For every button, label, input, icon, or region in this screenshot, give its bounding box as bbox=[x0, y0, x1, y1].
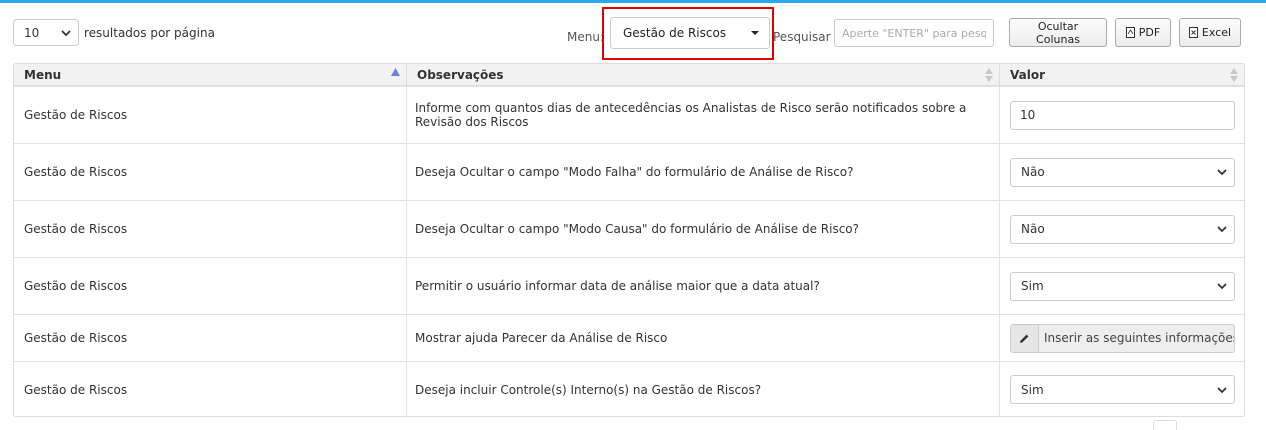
column-header-observacoes[interactable]: Observações bbox=[406, 64, 999, 86]
column-header-valor[interactable]: Valor bbox=[999, 64, 1244, 86]
cell-valor: Inserir as seguintes informações: J bbox=[999, 315, 1244, 361]
column-divider bbox=[406, 201, 407, 257]
value-select-text: Não bbox=[1021, 222, 1045, 236]
column-header-valor-label: Valor bbox=[1010, 68, 1046, 82]
table-row: Gestão de Riscos Mostrar ajuda Parecer d… bbox=[14, 314, 1244, 361]
cell-observacao: Informe com quantos dias de antecedência… bbox=[415, 101, 967, 129]
excel-export-button[interactable]: Excel bbox=[1179, 18, 1241, 47]
value-select-text: Sim bbox=[1021, 382, 1044, 397]
menu-filter-dropdown[interactable]: Gestão de Riscos bbox=[610, 17, 770, 49]
table-row: Gestão de Riscos Permitir o usuário info… bbox=[14, 257, 1244, 314]
cell-valor: Não bbox=[999, 201, 1244, 257]
sort-both-icon bbox=[1230, 68, 1238, 82]
search-input[interactable] bbox=[834, 19, 994, 47]
pencil-icon bbox=[1020, 334, 1029, 343]
search-label: Pesquisar bbox=[773, 30, 831, 44]
column-divider bbox=[406, 87, 407, 143]
help-text-field: Inserir as seguintes informações: J bbox=[1010, 323, 1235, 353]
caret-down-icon bbox=[751, 31, 759, 35]
value-input-text: 10 bbox=[1020, 108, 1036, 122]
column-divider bbox=[406, 144, 407, 200]
value-select-text: Sim bbox=[1021, 279, 1044, 293]
cell-observacao: Permitir o usuário informar data de anál… bbox=[415, 279, 820, 293]
menu-filter-value: Gestão de Riscos bbox=[623, 26, 727, 40]
value-select[interactable]: Sim bbox=[1010, 271, 1235, 301]
pdf-export-button[interactable]: PDF bbox=[1115, 18, 1171, 47]
cell-observacao: Deseja Ocultar o campo "Modo Causa" do f… bbox=[415, 222, 859, 236]
table-row: Gestão de Riscos Informe com quantos dia… bbox=[14, 86, 1244, 143]
hide-columns-label: Ocultar Colunas bbox=[1036, 19, 1080, 46]
settings-table: Menu Observações Valor Gestão de Riscos … bbox=[13, 63, 1245, 417]
pagination-button[interactable] bbox=[1153, 420, 1177, 430]
chevron-down-icon bbox=[61, 29, 71, 36]
cell-observacao: Mostrar ajuda Parecer da Análise de Risc… bbox=[415, 331, 668, 345]
column-divider bbox=[406, 258, 407, 314]
cell-valor: Não bbox=[999, 144, 1244, 200]
chevron-down-icon bbox=[1217, 226, 1227, 233]
cell-menu: Gestão de Riscos bbox=[24, 222, 128, 236]
column-header-observacoes-label: Observações bbox=[417, 68, 504, 82]
pdf-file-icon bbox=[1125, 27, 1135, 38]
excel-file-icon bbox=[1188, 27, 1198, 38]
page-length-control: 10 resultados por página bbox=[13, 19, 215, 46]
value-select-text: Não bbox=[1021, 165, 1045, 179]
pdf-label: PDF bbox=[1138, 26, 1161, 39]
cell-valor: 10 bbox=[999, 87, 1244, 143]
excel-label: Excel bbox=[1201, 26, 1232, 39]
hide-columns-button[interactable]: Ocultar Colunas bbox=[1009, 18, 1107, 47]
chevron-down-icon bbox=[1217, 386, 1227, 393]
value-select[interactable]: Não bbox=[1010, 214, 1235, 244]
edit-button[interactable] bbox=[1011, 324, 1039, 352]
per-page-select[interactable]: 10 bbox=[13, 19, 79, 46]
table-header: Menu Observações Valor bbox=[14, 64, 1244, 86]
value-select[interactable]: Sim bbox=[1010, 375, 1235, 404]
per-page-label: resultados por página bbox=[84, 25, 215, 40]
column-divider bbox=[406, 315, 407, 361]
menu-filter-label: Menu: bbox=[567, 30, 604, 44]
value-select[interactable]: Não bbox=[1010, 157, 1235, 187]
table-row: Gestão de Riscos Deseja Ocultar o campo … bbox=[14, 200, 1244, 257]
help-text-preview: Inserir as seguintes informações: J bbox=[1039, 324, 1234, 352]
cell-observacao: Deseja Ocultar o campo "Modo Falha" do f… bbox=[415, 165, 854, 179]
table-row: Gestão de Riscos Deseja incluir Controle… bbox=[14, 361, 1244, 417]
cell-valor: Sim bbox=[999, 258, 1244, 314]
cell-menu: Gestão de Riscos bbox=[24, 108, 128, 122]
cell-observacao: Deseja incluir Controle(s) Interno(s) na… bbox=[415, 382, 762, 397]
chevron-down-icon bbox=[1217, 169, 1227, 176]
chevron-down-icon bbox=[1217, 283, 1227, 290]
cell-menu: Gestão de Riscos bbox=[24, 331, 128, 345]
column-header-menu-label: Menu bbox=[24, 68, 62, 82]
value-input[interactable]: 10 bbox=[1010, 100, 1235, 130]
cell-valor: Sim bbox=[999, 362, 1244, 417]
sort-ascending-icon bbox=[391, 68, 400, 76]
column-header-menu[interactable]: Menu bbox=[14, 64, 406, 86]
per-page-value: 10 bbox=[24, 25, 40, 40]
sort-both-icon bbox=[985, 68, 993, 82]
cell-menu: Gestão de Riscos bbox=[24, 382, 128, 397]
cell-menu: Gestão de Riscos bbox=[24, 165, 128, 179]
table-row: Gestão de Riscos Deseja Ocultar o campo … bbox=[14, 143, 1244, 200]
column-divider bbox=[406, 362, 407, 417]
cell-menu: Gestão de Riscos bbox=[24, 279, 128, 293]
top-accent-bar bbox=[0, 0, 1266, 3]
